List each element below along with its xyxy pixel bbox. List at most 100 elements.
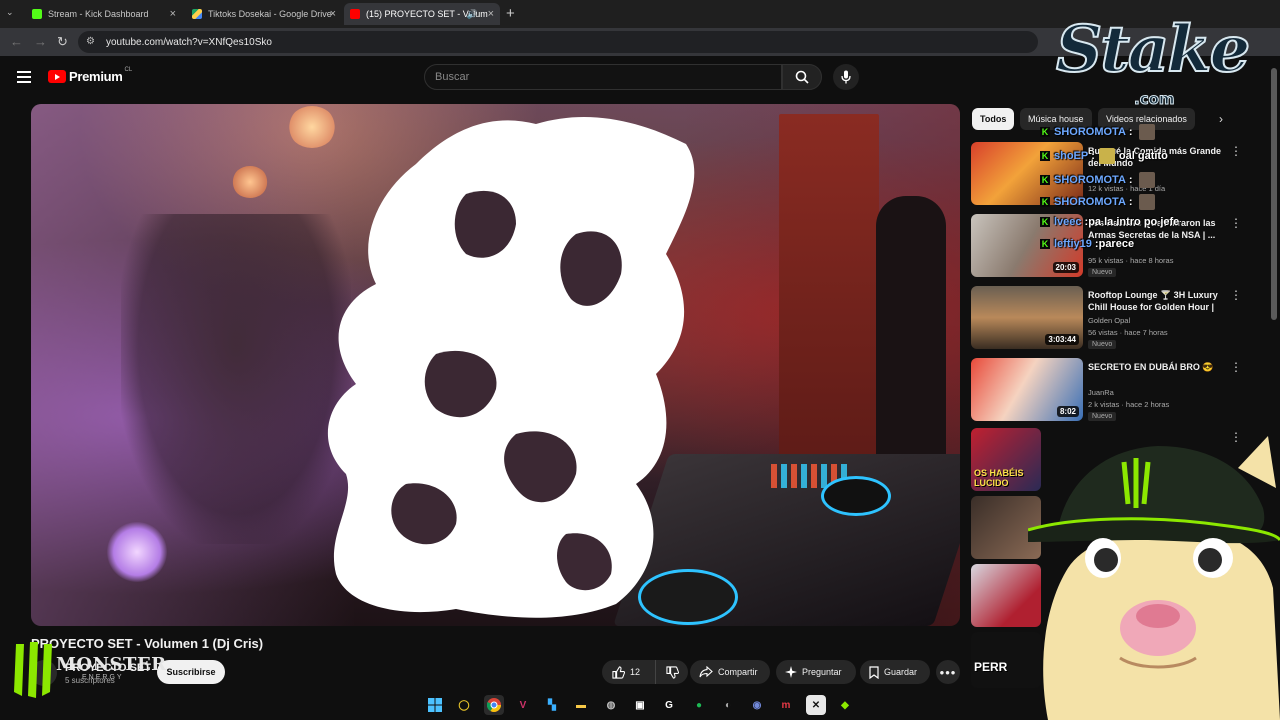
speaker-icon[interactable]: 🔊 — [467, 9, 478, 20]
discord-icon[interactable]: ◉ — [747, 695, 767, 715]
search-button[interactable] — [782, 64, 822, 90]
tab-label: Tiktoks Dosekai - Google Drive — [208, 9, 332, 19]
obs-icon[interactable]: ◍ — [601, 695, 621, 715]
monster-subtext: ENERGY — [82, 674, 124, 681]
chat-message: K leftiy19: parece — [1040, 238, 1135, 250]
youtube-logo[interactable]: Premium CL — [48, 67, 132, 84]
kick-icon: K — [1040, 217, 1050, 227]
video-duration: 20:03 — [1052, 262, 1079, 273]
vegas-icon[interactable]: V — [513, 695, 533, 715]
paper-lamp — [232, 166, 268, 198]
recommendation-meta: 56 vistas · hace 7 horas — [1088, 328, 1168, 337]
app-icon[interactable]: ▚ — [542, 695, 562, 715]
close-icon[interactable]: × — [330, 8, 336, 20]
tab-search-icon[interactable]: ⌄ — [6, 7, 14, 18]
voice-search-button[interactable] — [833, 64, 859, 90]
chat-username: SHOROMOTA — [1054, 126, 1126, 138]
video-thumbnail[interactable]: 3:03:44 — [971, 286, 1083, 349]
app-g-icon[interactable]: G — [659, 695, 679, 715]
capcut-icon[interactable]: ▣ — [630, 695, 650, 715]
windows-start-icon[interactable] — [425, 695, 445, 715]
close-icon[interactable]: × — [170, 8, 176, 20]
recommendation-channel[interactable]: Golden Opal — [1088, 316, 1130, 325]
subscribe-button[interactable]: Suscribirse — [157, 660, 225, 684]
chip-todos[interactable]: Todos — [972, 108, 1015, 130]
chat-username: SHOROMOTA — [1054, 174, 1126, 186]
file-explorer-icon[interactable]: ▬ — [571, 695, 591, 715]
scrollbar-thumb[interactable] — [1271, 68, 1277, 320]
new-tab-button[interactable]: + — [506, 5, 515, 22]
chat-message: K shoEP: oal gatito — [1040, 148, 1168, 164]
tab-label: Stream - Kick Dashboard — [48, 9, 149, 19]
app-m-icon[interactable]: m — [776, 695, 796, 715]
stake-domain: .com — [1134, 90, 1176, 109]
sparkle-icon — [785, 666, 797, 678]
forward-icon[interactable]: → — [34, 34, 47, 49]
save-button[interactable]: Guardar — [860, 660, 930, 684]
video-thumbnail[interactable]: 8:02 — [971, 358, 1083, 421]
ask-label: Preguntar — [802, 667, 842, 677]
spotify-icon[interactable]: ● — [689, 695, 709, 715]
tab-google-drive[interactable]: Tiktoks Dosekai - Google Drive × — [186, 3, 342, 25]
stake-wordmark: Stake — [1055, 11, 1251, 88]
search-icon — [795, 70, 809, 84]
reload-icon[interactable]: ↻ — [57, 34, 68, 50]
ask-button[interactable]: Preguntar — [776, 660, 856, 684]
video-player[interactable] — [31, 104, 960, 626]
chat-username: shoEP — [1054, 150, 1089, 162]
kick-icon: K — [1040, 127, 1050, 137]
tab-youtube[interactable]: (15) PROYECTO SET - Volum 🔊 × — [344, 3, 500, 25]
site-info-icon[interactable]: ⚙ — [86, 36, 98, 48]
chat-message: K SHOROMOTA: — [1040, 172, 1155, 188]
kick-icon: K — [1040, 239, 1050, 249]
chat-text: parece — [1098, 238, 1135, 250]
recommendation-title[interactable]: SECRETO EN DUBÁI BRO 😎 — [1088, 361, 1224, 373]
recommendation-title[interactable]: Rooftop Lounge 🍸 3H Luxury Chill House f… — [1088, 289, 1224, 314]
recommendation-meta: 2 k vistas · hace 2 horas — [1088, 400, 1170, 409]
bookmark-icon — [869, 665, 879, 679]
search-input[interactable] — [425, 65, 781, 89]
kick-app-icon[interactable]: ✕ — [806, 695, 826, 715]
recommendation-item[interactable]: 3:03:44 Rooftop Lounge 🍸 3H Luxury Chill… — [971, 286, 1242, 350]
share-button[interactable]: Compartir — [690, 660, 770, 684]
microphone-icon — [841, 70, 851, 84]
back-icon[interactable]: ← — [10, 34, 23, 49]
chrome-icon[interactable] — [484, 695, 504, 715]
menu-icon[interactable] — [17, 71, 31, 83]
emote-icon — [1138, 194, 1155, 210]
youtube-play-icon — [48, 70, 66, 83]
minecraft-icon[interactable]: ◆ — [835, 695, 855, 715]
recommendation-item[interactable]: 8:02 SECRETO EN DUBÁI BRO 😎 JuanRa 2 k v… — [971, 358, 1242, 422]
more-horizontal-icon: ••• — [939, 664, 957, 680]
more-actions-button[interactable]: ••• — [936, 660, 960, 684]
more-vertical-icon[interactable]: ⋮ — [1230, 360, 1242, 374]
stake-logo: Stake .com — [1055, 11, 1252, 112]
url-text[interactable]: youtube.com/watch?v=XNfQes10Sko — [106, 37, 272, 48]
more-vertical-icon[interactable]: ⋮ — [1230, 288, 1242, 302]
like-dislike-group: 12 — [602, 660, 688, 684]
glowing-lamp — [107, 522, 167, 582]
new-badge: Nuevo — [1088, 268, 1117, 277]
kick-icon: K — [1040, 175, 1050, 185]
recommendation-channel[interactable]: JuanRa — [1088, 388, 1114, 397]
thumbnail-caption: PERR — [974, 660, 1008, 674]
emote-icon — [1138, 124, 1155, 140]
app-circle-icon[interactable]: ◯ — [454, 695, 474, 715]
save-label: Guardar — [884, 667, 918, 677]
like-button[interactable]: 12 — [602, 660, 656, 684]
scrollbar[interactable] — [1270, 60, 1278, 322]
dislike-button[interactable] — [656, 660, 688, 684]
jog-wheel — [821, 476, 891, 516]
chat-message: K lveec: pa la intro po jefe — [1040, 216, 1180, 228]
steam-icon[interactable]: ◐ — [718, 695, 738, 715]
youtube-favicon-icon — [350, 9, 360, 19]
thumbs-up-icon — [612, 665, 625, 679]
cat-avatar-overlay — [1028, 436, 1280, 720]
tab-kick-dashboard[interactable]: Stream - Kick Dashboard × — [26, 3, 182, 25]
video-duration: 3:03:44 — [1045, 334, 1079, 345]
drive-favicon-icon — [192, 9, 202, 19]
chat-text: pa la intro po jefe — [1088, 216, 1180, 228]
address-bar[interactable]: ⚙ youtube.com/watch?v=XNfQes10Sko — [78, 31, 1038, 53]
close-icon[interactable]: × — [488, 8, 494, 20]
chat-message: K SHOROMOTA: — [1040, 194, 1155, 210]
